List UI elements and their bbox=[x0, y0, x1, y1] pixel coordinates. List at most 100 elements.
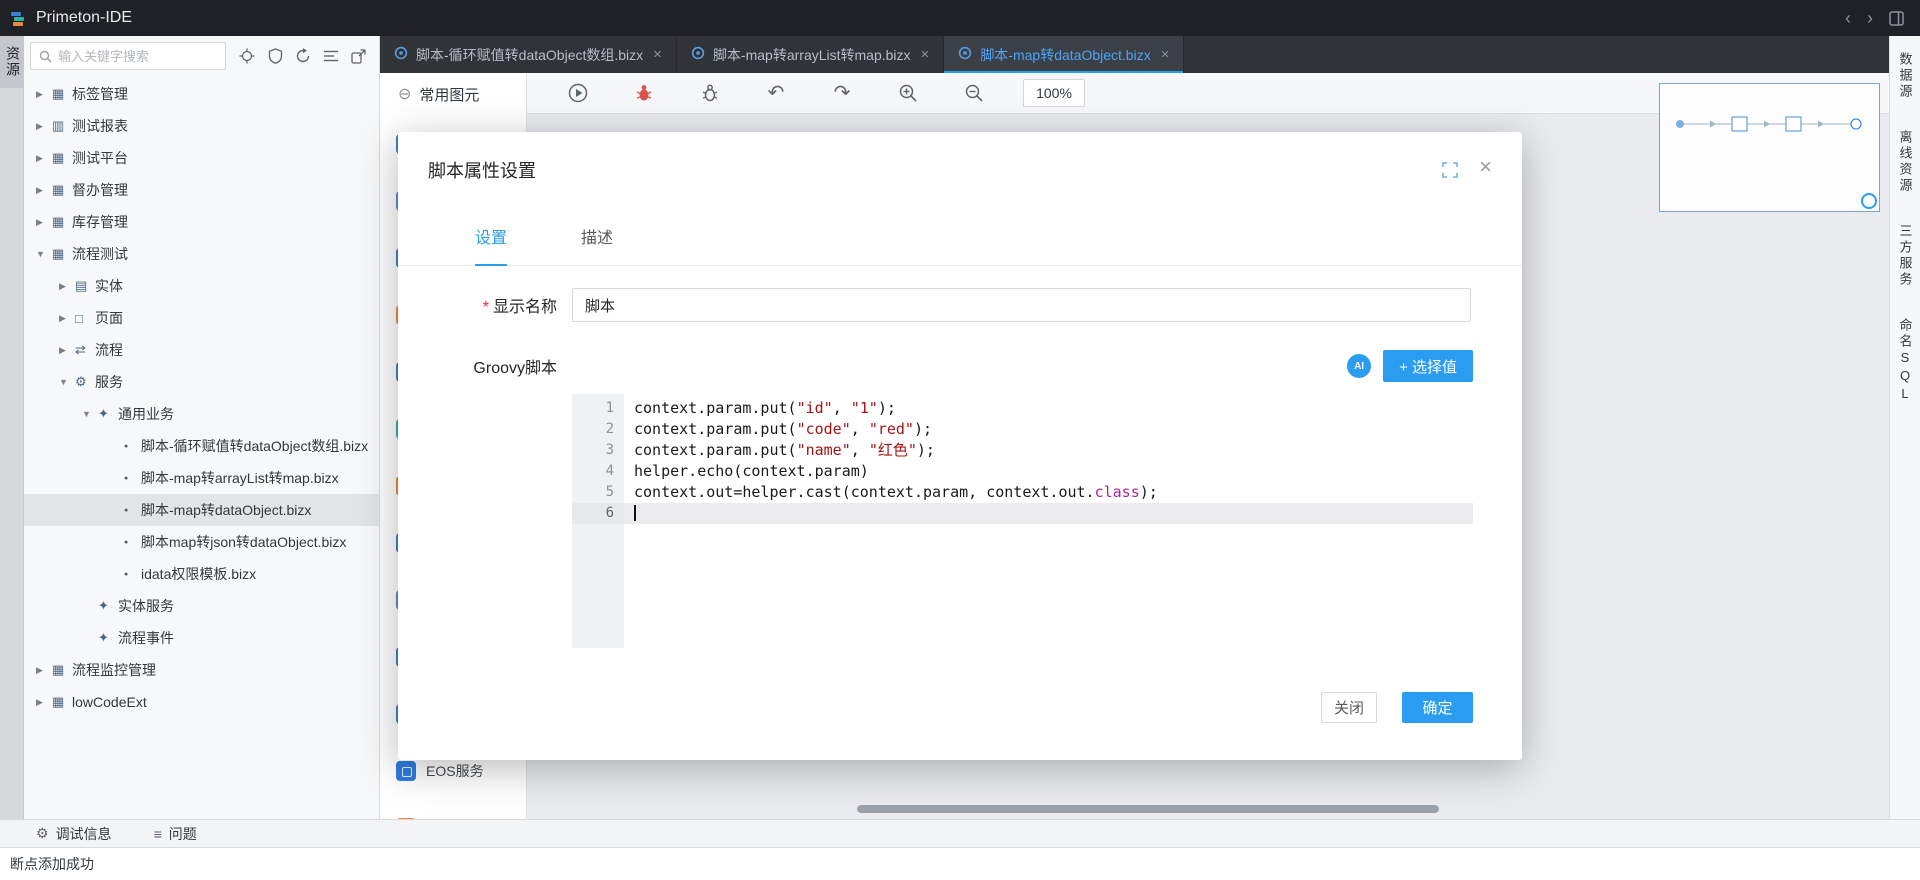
undo-icon[interactable]: ↶ bbox=[765, 82, 787, 104]
tree-row[interactable]: ▶▦流程监控管理 bbox=[24, 654, 379, 686]
tree-row[interactable]: ▶▦lowCodeExt bbox=[24, 686, 379, 718]
code-line[interactable] bbox=[624, 503, 1473, 524]
tree-row[interactable]: ●脚本-map转arrayList转map.bizx bbox=[24, 462, 379, 494]
close-button[interactable]: 关闭 bbox=[1321, 692, 1377, 723]
module-icon: ▦ bbox=[52, 246, 72, 262]
tree-row[interactable]: ●脚本-map转dataObject.bizx bbox=[24, 494, 379, 526]
code-line[interactable]: context.param.put("name", "红色"); bbox=[624, 440, 1473, 461]
forward-icon[interactable]: › bbox=[1867, 9, 1873, 27]
editor-tabbar: 脚本-循环赋值转dataObject数组.bizx×脚本-map转arrayLi… bbox=[380, 36, 1889, 73]
tab-settings[interactable]: 设置 bbox=[475, 228, 507, 266]
display-name-label: *显示名称 bbox=[398, 293, 557, 317]
run-debug-icon[interactable] bbox=[567, 82, 589, 104]
collapse-palette-icon[interactable]: ⊖ bbox=[398, 84, 411, 104]
palette-item[interactable] bbox=[380, 799, 526, 819]
tree-item-label: 流程 bbox=[95, 340, 123, 360]
editor-tab[interactable]: 脚本-map转arrayList转map.bizx× bbox=[677, 36, 944, 73]
ai-assist-icon[interactable]: AI bbox=[1347, 354, 1371, 378]
caret-right-icon[interactable]: ▶ bbox=[59, 313, 75, 324]
caret-right-icon[interactable]: ▶ bbox=[36, 697, 52, 708]
tree-row[interactable]: ✦实体服务 bbox=[24, 590, 379, 622]
zoom-in-icon[interactable] bbox=[897, 82, 919, 104]
display-name-row: *显示名称 bbox=[398, 288, 1522, 322]
bug-icon[interactable] bbox=[699, 82, 721, 104]
code-line[interactable]: context.param.put("code", "red"); bbox=[624, 419, 1473, 440]
tree-item-label: 服务 bbox=[95, 372, 123, 392]
layout-toggle-icon[interactable] bbox=[1889, 11, 1904, 26]
fullscreen-icon[interactable] bbox=[1442, 162, 1458, 181]
tree-item-label: idata权限模板.bizx bbox=[141, 564, 256, 584]
tree-row[interactable]: ▶▥测试报表 bbox=[24, 110, 379, 142]
tree-item-label: 标签管理 bbox=[72, 84, 128, 104]
tree-row[interactable]: ▶▦测试平台 bbox=[24, 142, 379, 174]
back-icon[interactable]: ‹ bbox=[1845, 9, 1851, 27]
tree-row[interactable]: ▶▦标签管理 bbox=[24, 78, 379, 110]
right-rail-tab[interactable]: 离线资源 bbox=[1896, 130, 1915, 194]
code-line[interactable]: context.param.put("id", "1"); bbox=[624, 398, 1473, 419]
caret-right-icon[interactable]: ▶ bbox=[36, 89, 52, 100]
refresh-icon[interactable] bbox=[293, 46, 313, 66]
select-value-button[interactable]: + 选择值 bbox=[1383, 350, 1473, 382]
shield-icon[interactable] bbox=[265, 46, 285, 66]
editor-tab[interactable]: 脚本-map转dataObject.bizx× bbox=[944, 36, 1184, 73]
caret-down-icon[interactable]: ▼ bbox=[59, 377, 75, 387]
tree-row[interactable]: ●idata权限模板.bizx bbox=[24, 558, 379, 590]
caret-down-icon[interactable]: ▼ bbox=[36, 249, 52, 259]
tree-row[interactable]: ▶▦督办管理 bbox=[24, 174, 379, 206]
minimap[interactable] bbox=[1659, 83, 1880, 212]
search-box[interactable] bbox=[30, 42, 226, 70]
caret-right-icon[interactable]: ▶ bbox=[36, 121, 52, 132]
debug-info-tab[interactable]: ⚙ 调试信息 bbox=[36, 824, 112, 844]
editor-tab[interactable]: 脚本-循环赋值转dataObject数组.bizx× bbox=[380, 36, 677, 73]
module-icon: ▦ bbox=[52, 150, 72, 166]
tree-item-label: 流程监控管理 bbox=[72, 660, 156, 680]
search-input[interactable] bbox=[58, 49, 217, 64]
caret-down-icon[interactable]: ▼ bbox=[82, 409, 98, 419]
tree-row[interactable]: ●脚本-循环赋值转dataObject数组.bizx bbox=[24, 430, 379, 462]
tree-row[interactable]: ▼✦通用业务 bbox=[24, 398, 379, 430]
caret-right-icon[interactable]: ▶ bbox=[36, 217, 52, 228]
resources-rail-tab[interactable]: 资源 bbox=[0, 36, 23, 88]
confirm-button[interactable]: 确定 bbox=[1402, 692, 1473, 723]
close-tab-icon[interactable]: × bbox=[921, 46, 930, 63]
caret-right-icon[interactable]: ▶ bbox=[36, 185, 52, 196]
tree-row[interactable]: ▼⚙服务 bbox=[24, 366, 379, 398]
caret-right-icon[interactable]: ▶ bbox=[59, 345, 75, 356]
tree-row[interactable]: ✦流程事件 bbox=[24, 622, 379, 654]
tree-row[interactable]: ▶⇄流程 bbox=[24, 334, 379, 366]
code-line[interactable]: context.out=helper.cast(context.param, c… bbox=[624, 482, 1473, 503]
close-tab-icon[interactable]: × bbox=[653, 46, 662, 63]
close-tab-icon[interactable]: × bbox=[1161, 46, 1170, 63]
tree-row[interactable]: ▼▦流程测试 bbox=[24, 238, 379, 270]
code-lines[interactable]: context.param.put("id", "1");context.par… bbox=[624, 394, 1473, 648]
tree-item-label: 页面 bbox=[95, 308, 123, 328]
zoom-out-icon[interactable] bbox=[963, 82, 985, 104]
code-line[interactable]: helper.echo(context.param) bbox=[624, 461, 1473, 482]
debug-breakpoint-icon[interactable] bbox=[633, 82, 655, 104]
right-rail-tab[interactable]: 数据源 bbox=[1896, 52, 1915, 100]
close-icon[interactable]: × bbox=[1479, 156, 1492, 178]
horizontal-scrollbar[interactable] bbox=[857, 805, 1439, 813]
app-logo-icon bbox=[10, 9, 28, 27]
tree-item-label: 流程事件 bbox=[118, 628, 174, 648]
tree-row[interactable]: ●脚本map转json转dataObject.bizx bbox=[24, 526, 379, 558]
tab-description[interactable]: 描述 bbox=[581, 228, 613, 265]
list-settings-icon[interactable] bbox=[321, 46, 341, 66]
groovy-code-editor[interactable]: 123456 context.param.put("id", "1");cont… bbox=[572, 394, 1473, 648]
export-icon[interactable] bbox=[349, 46, 369, 66]
redo-icon[interactable]: ↷ bbox=[831, 82, 853, 104]
caret-right-icon[interactable]: ▶ bbox=[36, 665, 52, 676]
locate-icon[interactable] bbox=[237, 46, 257, 66]
display-name-input[interactable] bbox=[572, 288, 1471, 322]
module-icon: ▦ bbox=[52, 182, 72, 198]
caret-right-icon[interactable]: ▶ bbox=[36, 153, 52, 164]
tree-row[interactable]: ▶▦库存管理 bbox=[24, 206, 379, 238]
tree-row[interactable]: ▶□页面 bbox=[24, 302, 379, 334]
zoom-level-select[interactable]: 100% bbox=[1023, 79, 1085, 107]
problems-tab[interactable]: ≡ 问题 bbox=[154, 824, 197, 844]
right-rail-tab[interactable]: 三方服务 bbox=[1896, 224, 1915, 288]
right-rail-tab[interactable]: 命名SQL bbox=[1896, 318, 1915, 404]
tree-row[interactable]: ▶▤实体 bbox=[24, 270, 379, 302]
debug-info-label: 调试信息 bbox=[56, 824, 112, 844]
caret-right-icon[interactable]: ▶ bbox=[59, 281, 75, 292]
